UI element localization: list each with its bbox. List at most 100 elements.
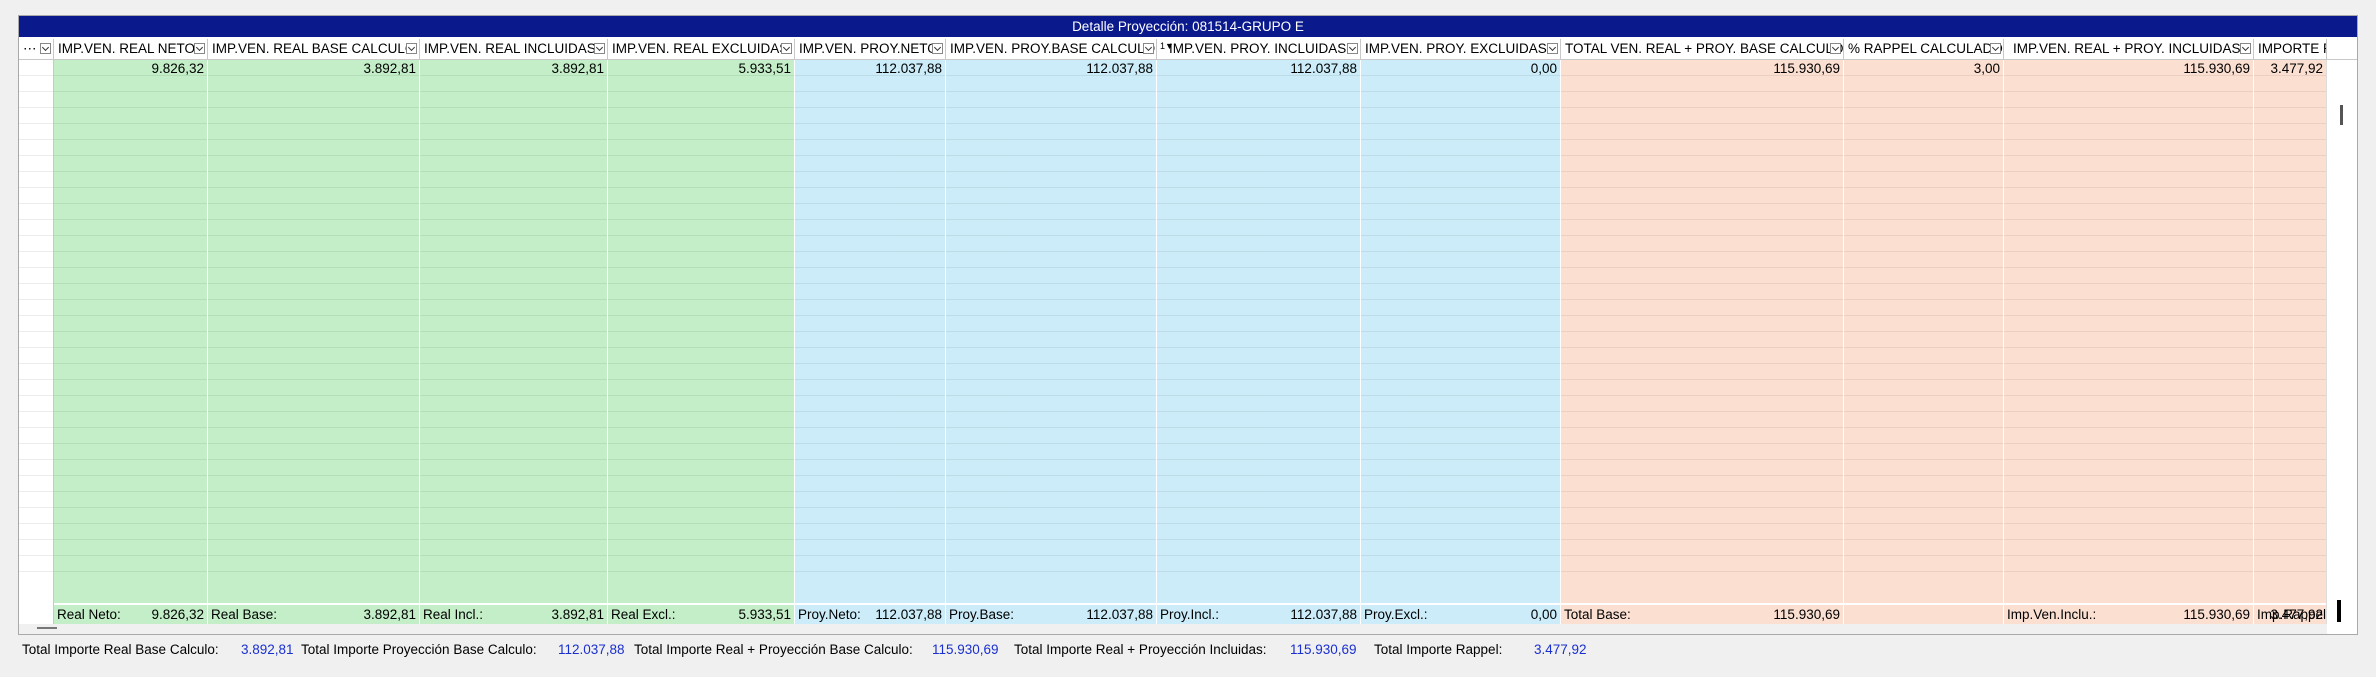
- total-real-proy-base-label: Total Importe Real + Proyección Base Cal…: [634, 642, 913, 657]
- chevron-down-icon[interactable]: [594, 43, 605, 54]
- column-footer: Imp.Rappel: 3.477,92: [2254, 603, 2326, 625]
- header-label: TOTAL VEN. REAL + PROY. BASE CALCULO: [1565, 41, 1844, 56]
- column-proy-excluidas: 0,00 Proy.Excl.: 0,00: [1361, 60, 1561, 625]
- header-proy-neto[interactable]: IMP.VEN. PROY.NETO: [795, 39, 946, 59]
- header-label: IMP.VEN. PROY.NETO: [799, 41, 938, 56]
- cell-value[interactable]: 3.892,81: [551, 61, 604, 76]
- column-footer: Real Excl.: 5.933,51: [608, 603, 794, 625]
- column-footer: Real Base: 3.892,81: [208, 603, 419, 625]
- chevron-down-icon[interactable]: [932, 43, 943, 54]
- header-real-base[interactable]: IMP.VEN. REAL BASE CALCULO: [208, 39, 420, 59]
- header-label: IMP.VEN. REAL EXCLUIDAS: [612, 41, 789, 56]
- scrollbar-handle[interactable]: [2337, 600, 2341, 622]
- total-real-base-label: Total Importe Real Base Calculo:: [22, 642, 219, 657]
- total-real-proy-incl-value: 115.930,69: [1290, 642, 1357, 657]
- vertical-scrollbar[interactable]: [2326, 60, 2357, 625]
- row-selector-header-label: ⋯: [23, 41, 37, 56]
- footer-label: Proy.Incl.:: [1160, 607, 1220, 622]
- column-proy-incluidas: 112.037,88 Proy.Incl.: 112.037,88: [1157, 60, 1361, 625]
- header-real-neto[interactable]: IMP.VEN. REAL NETO: [54, 39, 208, 59]
- column-real-proy-incluidas: 115.930,69 Imp.Ven.Inclu.: 115.930,69: [2004, 60, 2254, 625]
- scrollbar-thumb[interactable]: [37, 627, 57, 629]
- column-footer: Proy.Excl.: 0,00: [1361, 603, 1560, 625]
- footer-value: 112.037,88: [1290, 607, 1357, 622]
- header-label: IMPORTE RAPPEL: [2258, 41, 2326, 56]
- cell-value[interactable]: 112.037,88: [875, 61, 942, 76]
- cell-value[interactable]: 3.892,81: [363, 61, 416, 76]
- chevron-down-icon[interactable]: [1347, 43, 1358, 54]
- chevron-down-icon[interactable]: [406, 43, 417, 54]
- column-proy-neto: 112.037,88 Proy.Neto: 112.037,88: [795, 60, 946, 625]
- total-real-proy-base-value: 115.930,69: [932, 642, 999, 657]
- total-rappel-label: Total Importe Rappel:: [1374, 642, 1503, 657]
- column-footer: Total Base: 115.930,69: [1561, 603, 1843, 625]
- header-proy-base[interactable]: IMP.VEN. PROY.BASE CALCULO: [946, 39, 1157, 59]
- header-label: IMP.VEN. PROY. EXCLUIDAS: [1365, 41, 1547, 56]
- header-proy-incluidas[interactable]: 1▼ IMP.VEN. PROY. INCLUIDAS: [1157, 39, 1361, 59]
- header-label: IMP.VEN. REAL NETO: [58, 41, 196, 56]
- cell-value[interactable]: 3.477,92: [2270, 61, 2323, 76]
- header-proy-excluidas[interactable]: IMP.VEN. PROY. EXCLUIDAS: [1361, 39, 1561, 59]
- cell-value[interactable]: 5.933,51: [738, 61, 791, 76]
- footer-label: Real Neto:: [57, 607, 121, 622]
- cell-value[interactable]: 115.930,69: [2183, 61, 2250, 76]
- cell-value[interactable]: 115.930,69: [1773, 61, 1840, 76]
- chevron-down-icon[interactable]: [40, 43, 51, 54]
- footer-value: 5.933,51: [738, 607, 791, 622]
- chevron-down-icon[interactable]: [2240, 43, 2251, 54]
- header-importe-rappel[interactable]: IMPORTE RAPPEL: [2254, 39, 2327, 59]
- footer-label: Proy.Neto:: [798, 607, 861, 622]
- header-label: IMP.VEN. PROY.BASE CALCULO: [950, 41, 1156, 56]
- chevron-down-icon[interactable]: [781, 43, 792, 54]
- cell-value[interactable]: 112.037,88: [1086, 61, 1153, 76]
- grid-title: Detalle Proyección: 081514-GRUPO E: [19, 16, 2357, 37]
- chevron-down-icon[interactable]: [1990, 43, 2001, 54]
- header-real-incluidas[interactable]: IMP.VEN. REAL INCLUIDAS: [420, 39, 608, 59]
- column-footer: Proy.Incl.: 112.037,88: [1157, 603, 1360, 625]
- column-footer: [1844, 603, 2003, 625]
- cell-value[interactable]: 3,00: [1974, 61, 2000, 76]
- chevron-down-icon[interactable]: [1143, 43, 1154, 54]
- footer-label: Real Incl.:: [423, 607, 484, 622]
- column-real-neto: 9.826,32 Real Neto: 9.826,32: [54, 60, 208, 625]
- row-selector-column[interactable]: [19, 60, 54, 625]
- footer-value: 0,00: [1530, 607, 1557, 622]
- header-total-base[interactable]: TOTAL VEN. REAL + PROY. BASE CALCULO: [1561, 39, 1844, 59]
- horizontal-scrollbar[interactable]: [19, 624, 2327, 634]
- chevron-down-icon[interactable]: [194, 43, 205, 54]
- column-real-base: 3.892,81 Real Base: 3.892,81: [208, 60, 420, 625]
- scrollbar-thumb[interactable]: [2340, 105, 2343, 125]
- column-header-row: ⋯ IMP.VEN. REAL NETO IMP.VEN. REAL BASE …: [19, 39, 2357, 60]
- header-real-proy-incluidas[interactable]: IMP.VEN. REAL + PROY. INCLUIDAS: [2004, 39, 2254, 59]
- header-label: IMP.VEN. REAL INCLUIDAS: [424, 41, 596, 56]
- footer-label: Total Base:: [1564, 607, 1631, 622]
- column-footer: Real Incl.: 3.892,81: [420, 603, 607, 625]
- total-proy-base-value: 112.037,88: [558, 642, 625, 657]
- column-rappel-pct: 3,00: [1844, 60, 2004, 625]
- header-label: IMP.VEN. PROY. INCLUIDAS: [1169, 41, 1347, 56]
- footer-label: Proy.Base:: [949, 607, 1015, 622]
- column-total-base: 115.930,69 Total Base: 115.930,69: [1561, 60, 1844, 625]
- column-real-excluidas: 5.933,51 Real Excl.: 5.933,51: [608, 60, 795, 625]
- cell-value[interactable]: 9.826,32: [151, 61, 204, 76]
- header-rappel-pct[interactable]: % RAPPEL CALCULADO: [1844, 39, 2004, 59]
- chevron-down-icon[interactable]: [1547, 43, 1558, 54]
- footer-value: 115.930,69: [1773, 607, 1840, 622]
- cell-value[interactable]: 0,00: [1531, 61, 1557, 76]
- total-real-proy-incl-label: Total Importe Real + Proyección Incluida…: [1014, 642, 1267, 657]
- header-label: % RAPPEL CALCULADO: [1848, 41, 2003, 56]
- header-real-excluidas[interactable]: IMP.VEN. REAL EXCLUIDAS: [608, 39, 795, 59]
- footer-value: 3.892,81: [551, 607, 604, 622]
- total-rappel-value: 3.477,92: [1534, 642, 1587, 657]
- footer-label: Real Excl.:: [611, 607, 676, 622]
- footer-value: 3.892,81: [363, 607, 416, 622]
- footer-label: Real Base:: [211, 607, 278, 622]
- total-real-base-value: 3.892,81: [241, 642, 294, 657]
- total-proy-base-label: Total Importe Proyección Base Calculo:: [301, 642, 537, 657]
- chevron-down-icon[interactable]: [1830, 43, 1841, 54]
- sort-arrow-icon: 1▼: [1160, 41, 1174, 51]
- row-selector-header[interactable]: ⋯: [19, 39, 54, 59]
- cell-value[interactable]: 112.037,88: [1290, 61, 1357, 76]
- projection-grid: Detalle Proyección: 081514-GRUPO E ⋯ IMP…: [18, 15, 2358, 635]
- column-real-incluidas: 3.892,81 Real Incl.: 3.892,81: [420, 60, 608, 625]
